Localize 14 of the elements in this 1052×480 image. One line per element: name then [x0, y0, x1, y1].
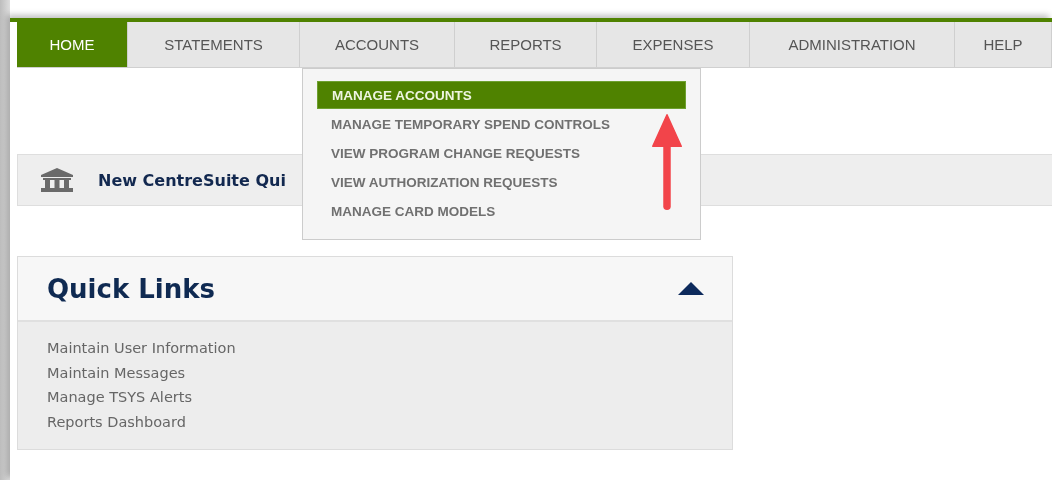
quick-link[interactable]: Maintain User Information	[47, 336, 236, 361]
quick-link[interactable]: Maintain Messages	[47, 360, 186, 385]
panel-title: Quick Links	[47, 273, 216, 304]
quick-link[interactable]: Reports Dashboard	[47, 409, 186, 434]
menu-item[interactable]: VIEW PROGRAM CHANGE REQUESTS	[317, 139, 686, 167]
collapse-icon[interactable]	[678, 282, 704, 295]
menu-item[interactable]: VIEW AUTHORIZATION REQUESTS	[317, 168, 686, 196]
menu-item[interactable]: MANAGE CARD MODELS	[317, 197, 686, 225]
nav-tab[interactable]: HOME	[17, 22, 127, 67]
quick-link[interactable]: Manage TSYS Alerts	[47, 385, 192, 410]
menu-item[interactable]: MANAGE ACCOUNTS	[317, 81, 686, 109]
banner-title: New CentreSuite Qui	[98, 170, 286, 190]
menu-item[interactable]: MANAGE TEMPORARY SPEND CONTROLS	[317, 110, 686, 138]
bank-icon	[40, 168, 74, 192]
